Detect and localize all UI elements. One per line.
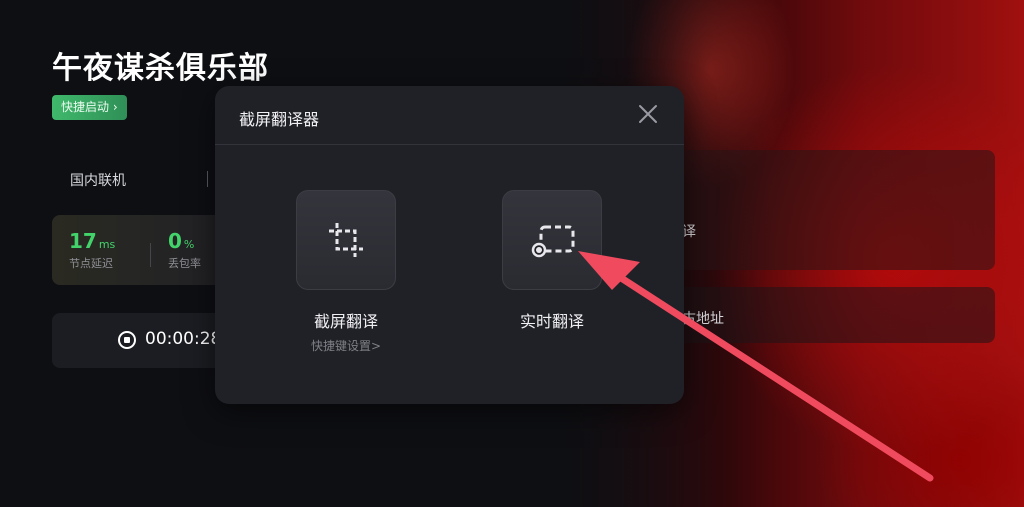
annotation-arrow bbox=[578, 251, 934, 482]
